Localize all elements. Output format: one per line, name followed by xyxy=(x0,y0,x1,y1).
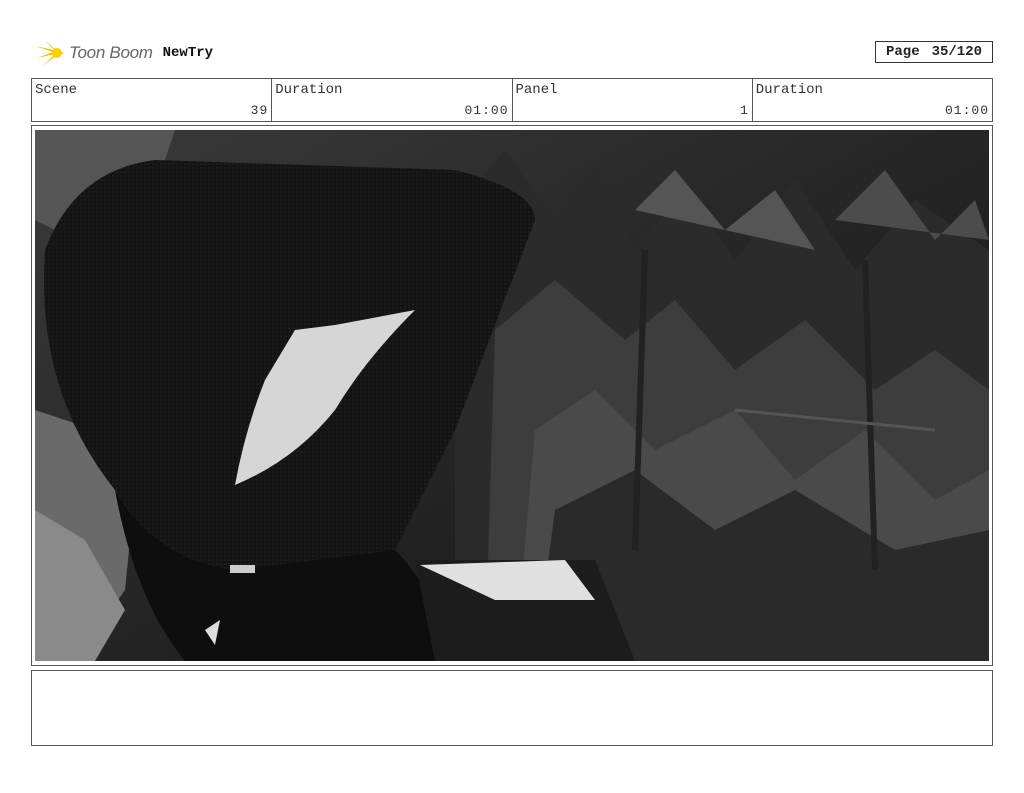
panel-duration-cell: Duration 01:00 xyxy=(753,79,992,121)
logo: Toon Boom NewTry xyxy=(33,38,213,68)
panel-duration-label: Duration xyxy=(755,82,823,98)
panel-frame xyxy=(31,125,993,666)
header: Toon Boom NewTry Page 35/120 xyxy=(33,36,993,68)
scene-value: 39 xyxy=(250,103,269,118)
panel-label: Panel xyxy=(515,82,558,98)
scene-duration-value: 01:00 xyxy=(464,103,509,118)
scene-cell: Scene 39 xyxy=(32,79,273,121)
project-name: NewTry xyxy=(162,45,214,61)
scene-duration-cell: Duration 01:00 xyxy=(272,79,513,121)
forest-scene-image xyxy=(35,130,989,661)
scene-label: Scene xyxy=(35,82,78,98)
page-label: Page xyxy=(885,44,920,60)
notes-area xyxy=(31,670,993,746)
logo-text: Toon Boom xyxy=(69,43,153,62)
toon-boom-logo-icon xyxy=(35,40,65,66)
storyboard-frame-image xyxy=(35,130,989,661)
scene-duration-label: Duration xyxy=(275,82,343,98)
panel-duration-value: 01:00 xyxy=(944,103,989,118)
page-value: 35/120 xyxy=(931,44,983,60)
info-table: Scene 39 Duration 01:00 Panel 1 Duration… xyxy=(31,78,993,122)
panel-value: 1 xyxy=(739,103,749,118)
page-indicator: Page 35/120 xyxy=(875,41,993,63)
panel-cell: Panel 1 xyxy=(513,79,753,121)
